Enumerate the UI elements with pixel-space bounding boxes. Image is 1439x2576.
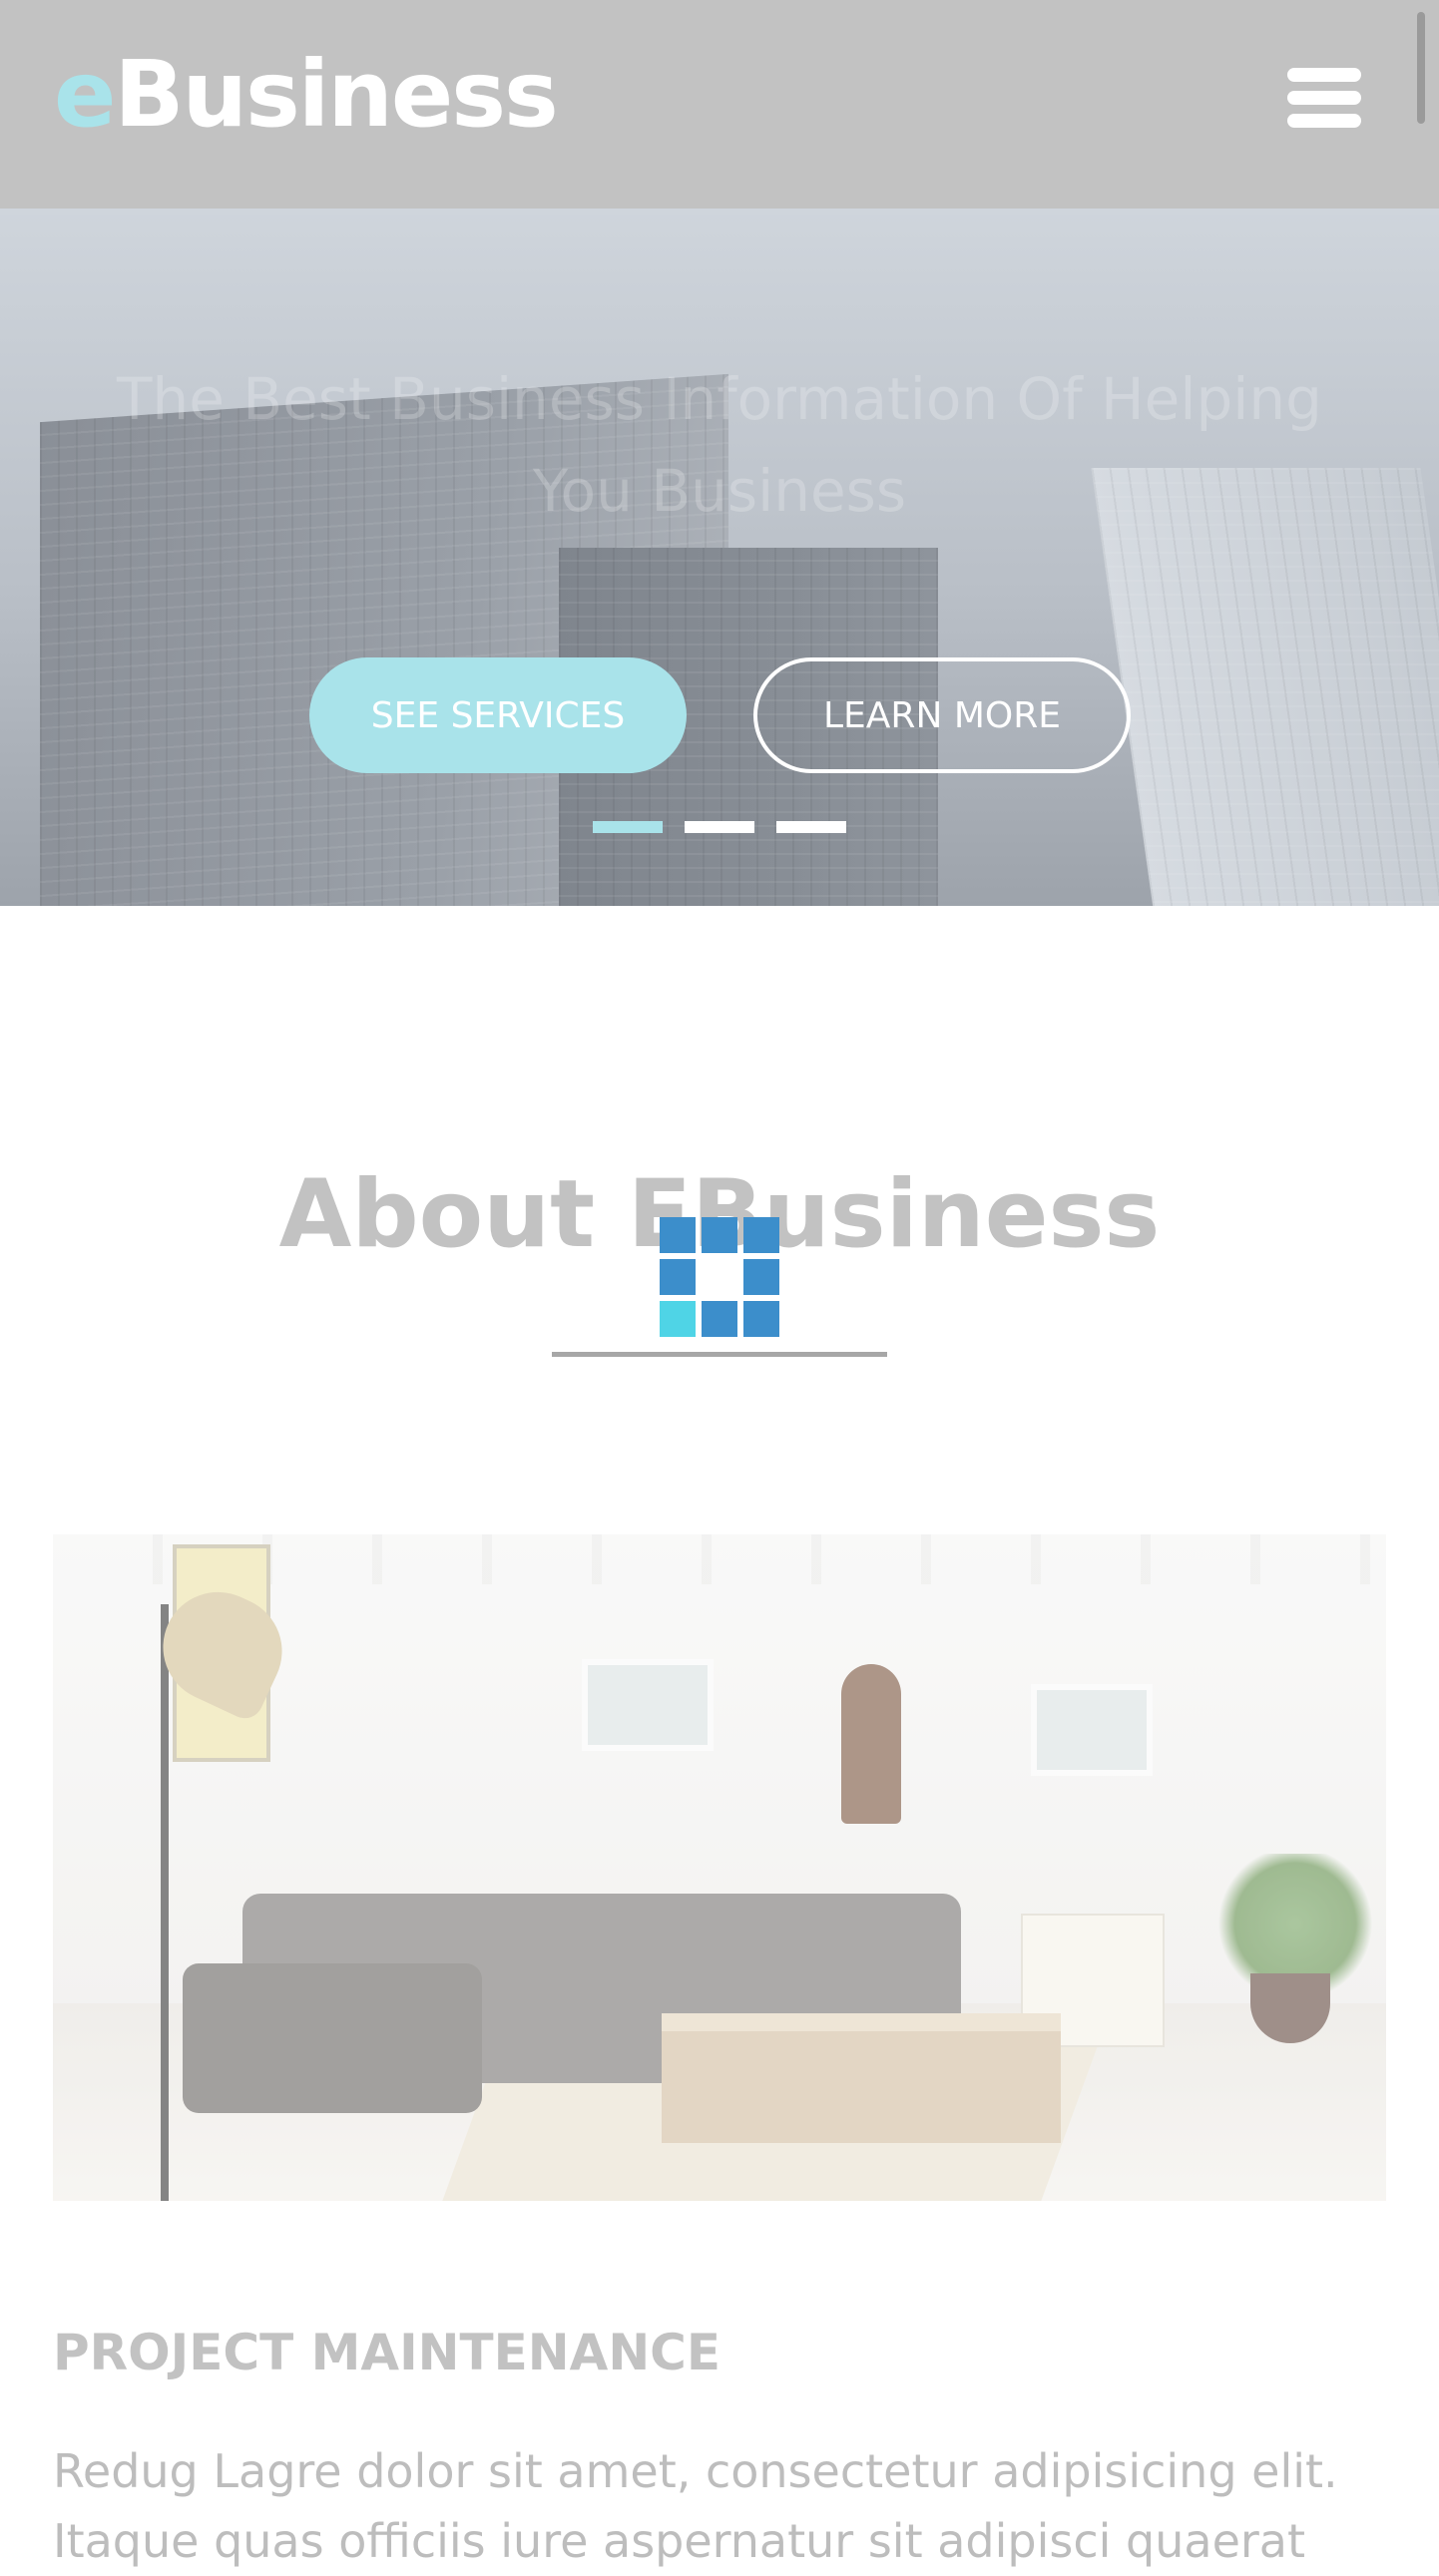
scrollbar[interactable] bbox=[1417, 12, 1425, 124]
hamburger-menu-icon[interactable] bbox=[1287, 68, 1361, 128]
slider-dot-3[interactable] bbox=[776, 821, 846, 833]
logo[interactable]: eBusiness bbox=[54, 40, 559, 150]
title-underline bbox=[552, 1352, 887, 1357]
hero-slider: The Best Business Information Of Helping… bbox=[0, 209, 1439, 906]
project-heading: PROJECT MAINTENANCE bbox=[53, 2324, 721, 2381]
slider-dot-2[interactable] bbox=[685, 821, 754, 833]
project-description: Redug Lagre dolor sit amet, consectetur … bbox=[53, 2444, 1338, 2568]
learn-more-button[interactable]: LEARN MORE bbox=[753, 657, 1131, 773]
logo-text: Business bbox=[114, 41, 558, 148]
slider-dot-1[interactable] bbox=[593, 821, 663, 833]
site-header: eBusiness bbox=[0, 0, 1439, 209]
living-room-image bbox=[53, 1534, 1386, 2201]
logo-accent: e bbox=[54, 41, 116, 148]
hero-title: The Best Business Information Of Helping… bbox=[117, 365, 1322, 525]
see-services-button[interactable]: SEE SERVICES bbox=[309, 657, 687, 773]
loading-spinner-icon bbox=[660, 1217, 779, 1337]
